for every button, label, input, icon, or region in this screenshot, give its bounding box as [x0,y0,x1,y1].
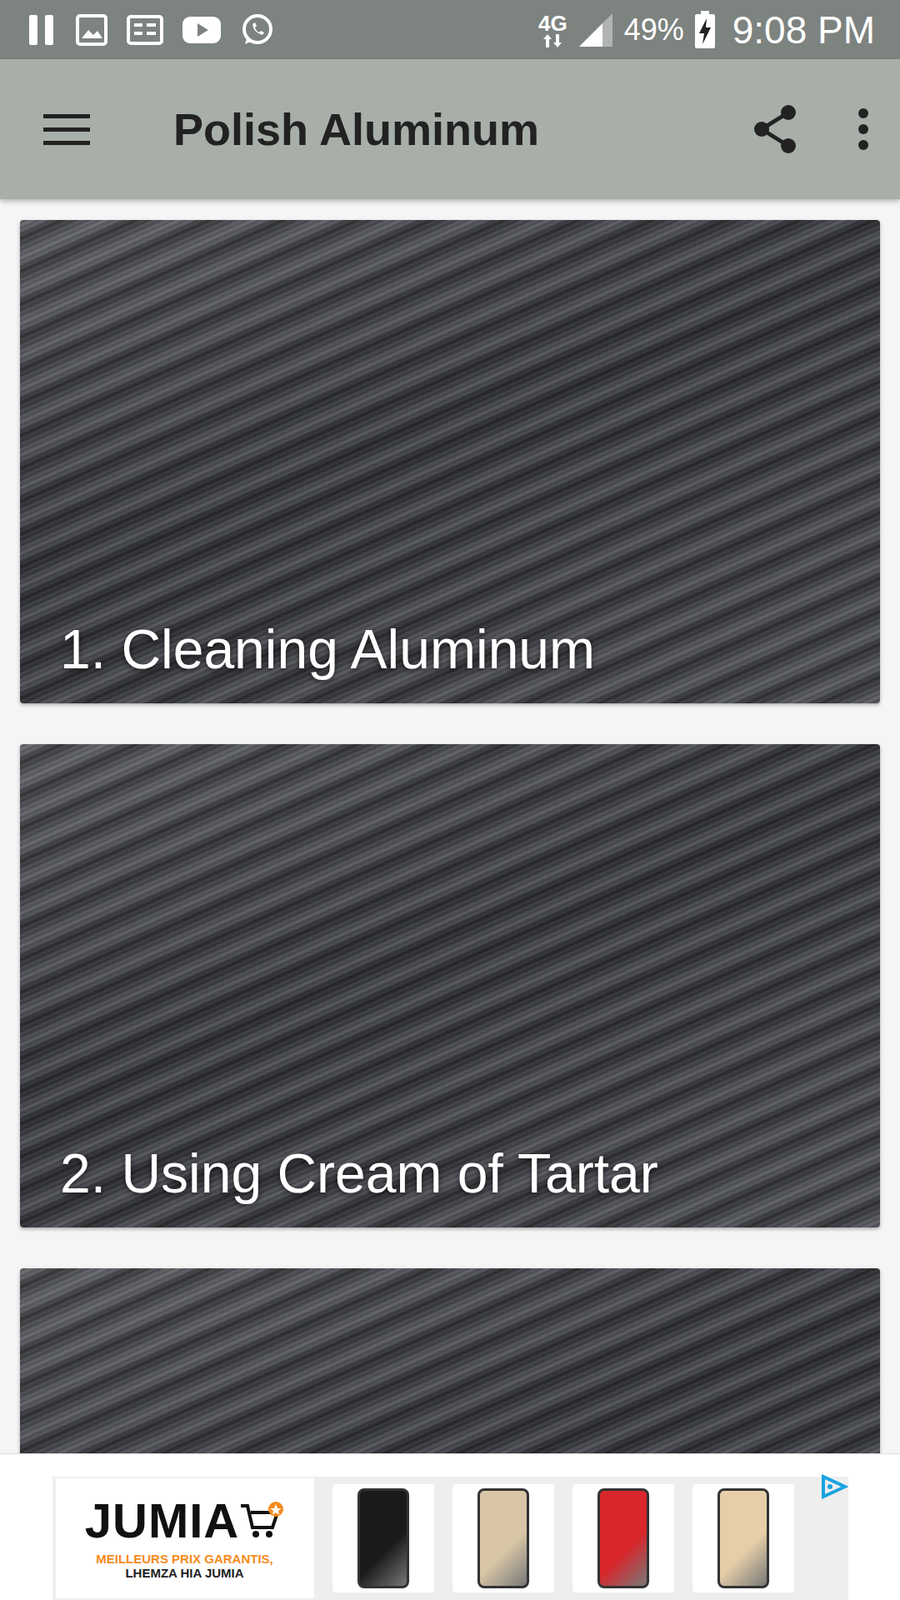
adchoices-icon[interactable] [820,1474,849,1500]
article-card[interactable]: 2. Using Cream of Tartar [20,744,880,1228]
article-title[interactable]: 1. Cleaning Aluminum [60,618,595,682]
ge-icon [126,15,164,45]
battery-charging-icon [694,10,716,50]
article-list: 1. Cleaning Aluminum 2. Using Cream of Ta… [0,199,900,1454]
network-indicator: 4G [538,12,568,48]
ad-strip[interactable]: JUMIA MEILLEURS PRIX GARANTIS,LHEMZA HIA … [52,1476,849,1600]
app-title: Polish Aluminum [173,103,752,155]
share-icon[interactable] [751,104,799,155]
youtube-icon [181,15,222,45]
product-tile[interactable] [572,1484,675,1593]
brand-name: JUMIA [85,1496,240,1545]
jumia-logo[interactable]: JUMIA MEILLEURS PRIX GARANTIS,LHEMZA HIA … [55,1478,315,1599]
menu-icon[interactable] [43,112,90,146]
battery-percent: 49% [624,12,685,48]
app-bar: Polish Aluminum [0,59,900,200]
network-label: 4G [538,12,568,35]
brand-row: JUMIA [85,1496,285,1545]
status-icons [26,12,275,48]
cart-icon [239,1500,285,1541]
article-card[interactable]: 1. Cleaning Aluminum [20,220,880,704]
more-options-icon[interactable] [856,107,870,151]
pause-icon [26,13,57,47]
ad-slogan: LHEMZA HIA JUMIA [125,1565,244,1580]
clock: 9:08 PM [732,7,875,53]
phone-image [597,1488,650,1589]
status-indicators: 4G 49% 9:08 PM [538,7,875,53]
whatsapp-icon [240,12,275,48]
product-tile[interactable] [332,1484,435,1593]
article-title[interactable]: 2. Using Cream of Tartar [60,1142,659,1206]
phone-image [477,1488,530,1589]
product-tile[interactable] [452,1484,555,1593]
ad-tagline: MEILLEURS PRIX GARANTIS, [95,1551,274,1566]
phone-image [717,1488,770,1589]
data-arrows-icon [542,34,563,48]
article-card[interactable] [20,1268,880,1454]
ad-banner[interactable]: JUMIA MEILLEURS PRIX GARANTIS,LHEMZA HIA … [0,1453,900,1600]
product-tile[interactable] [692,1484,795,1593]
app-actions [751,104,870,155]
image-icon [75,13,109,47]
phone-image [357,1488,410,1589]
status-bar: 4G 49% 9:08 PM [0,0,900,60]
signal-icon [577,11,615,49]
